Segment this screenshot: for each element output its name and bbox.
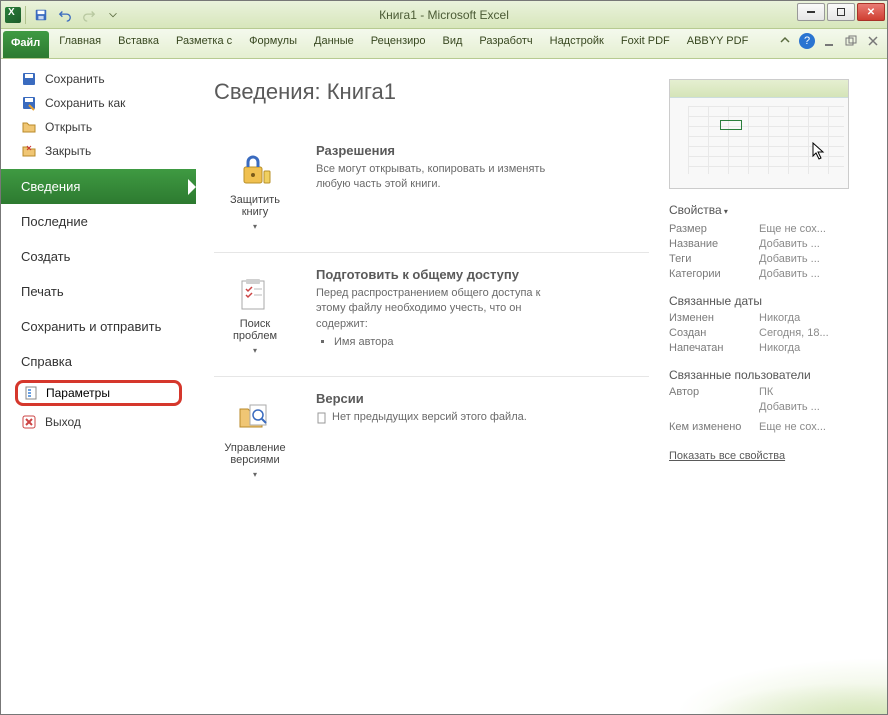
sidebar-new[interactable]: Создать: [1, 239, 196, 274]
properties-dropdown[interactable]: Свойства: [669, 203, 869, 217]
sidebar-exit[interactable]: Выход: [1, 410, 196, 434]
related-users-heading: Связанные пользователи: [669, 368, 869, 382]
prepare-body: Перед распространением общего доступа к …: [316, 286, 546, 332]
sidebar-label: Сохранить: [45, 72, 105, 86]
save-icon: [21, 71, 37, 87]
prop-created-label: Создан: [669, 327, 759, 339]
versions-icon: [235, 398, 275, 438]
qat-save-button[interactable]: [30, 4, 52, 26]
options-icon: [24, 385, 40, 401]
backstage-sidebar: Сохранить Сохранить как Открыть Закрыть …: [1, 59, 196, 714]
tab-review[interactable]: Рецензиро: [363, 29, 435, 58]
related-dates-heading: Связанные даты: [669, 294, 869, 308]
prepare-item: Имя автора: [334, 336, 546, 348]
doc-close-icon[interactable]: [865, 33, 881, 49]
sidebar-share[interactable]: Сохранить и отправить: [1, 309, 196, 344]
document-thumbnail[interactable]: [669, 79, 849, 189]
prepare-heading: Подготовить к общему доступу: [316, 267, 546, 282]
tab-data[interactable]: Данные: [306, 29, 363, 58]
sidebar-label: Закрыть: [45, 144, 91, 158]
tab-layout[interactable]: Разметка с: [168, 29, 241, 58]
window-title: Книга1 - Microsoft Excel: [1, 8, 887, 22]
versions-heading: Версии: [316, 391, 527, 406]
show-all-properties-link[interactable]: Показать все свойства: [669, 450, 785, 462]
sidebar-print[interactable]: Печать: [1, 274, 196, 309]
qat-redo-button[interactable]: [78, 4, 100, 26]
page-title: Сведения: Книга1: [214, 79, 649, 105]
sidebar-label: Сохранить как: [45, 96, 125, 110]
ribbon-tabs: Файл Главная Вставка Разметка с Формулы …: [1, 29, 887, 59]
tab-foxit[interactable]: Foxit PDF: [613, 29, 679, 58]
prop-title-label: Название: [669, 238, 759, 250]
tab-addins[interactable]: Надстройк: [542, 29, 613, 58]
document-icon: [316, 412, 328, 424]
manage-versions-button[interactable]: Управление версиями▾: [214, 391, 296, 486]
sidebar-label: Параметры: [46, 386, 110, 400]
minimize-button[interactable]: [797, 3, 825, 21]
save-as-icon: [21, 95, 37, 111]
checklist-icon: [235, 274, 275, 314]
prop-modified-value: Никогда: [759, 312, 800, 324]
doc-minimize-icon[interactable]: [821, 33, 837, 49]
sidebar-label: Выход: [45, 415, 81, 429]
tab-formulas[interactable]: Формулы: [241, 29, 306, 58]
prop-author-add[interactable]: Добавить ...: [759, 401, 820, 413]
sidebar-close[interactable]: Закрыть: [1, 139, 196, 163]
excel-icon: [5, 7, 21, 23]
prop-size-label: Размер: [669, 223, 759, 235]
section-permissions: Защитить книгу▾ Разрешения Все могут отк…: [214, 129, 649, 253]
tab-developer[interactable]: Разработч: [471, 29, 541, 58]
sidebar-help[interactable]: Справка: [1, 344, 196, 379]
prop-printed-label: Напечатан: [669, 342, 759, 354]
prop-changedby-value: Еще не сох...: [759, 421, 826, 433]
qat-customize-button[interactable]: [102, 4, 124, 26]
close-button[interactable]: ✕: [857, 3, 885, 21]
sidebar-label: Открыть: [45, 120, 92, 134]
sidebar-recent[interactable]: Последние: [1, 204, 196, 239]
close-folder-icon: [21, 143, 37, 159]
titlebar: Книга1 - Microsoft Excel ✕: [1, 1, 887, 29]
ribbon-minimize-icon[interactable]: [777, 33, 793, 49]
tab-home[interactable]: Главная: [51, 29, 110, 58]
protect-workbook-button[interactable]: Защитить книгу▾: [214, 143, 296, 238]
prop-tags-value[interactable]: Добавить ...: [759, 253, 820, 265]
prop-tags-label: Теги: [669, 253, 759, 265]
tab-abbyy[interactable]: ABBYY PDF: [679, 29, 758, 58]
prop-created-value: Сегодня, 18...: [759, 327, 829, 339]
versions-body: Нет предыдущих версий этого файла.: [316, 410, 527, 425]
maximize-button[interactable]: [827, 3, 855, 21]
qat-undo-button[interactable]: [54, 4, 76, 26]
prop-modified-label: Изменен: [669, 312, 759, 324]
permissions-heading: Разрешения: [316, 143, 546, 158]
prop-categories-label: Категории: [669, 268, 759, 280]
sidebar-options[interactable]: Параметры: [15, 380, 182, 406]
tab-view[interactable]: Вид: [435, 29, 472, 58]
prop-printed-value: Никогда: [759, 342, 800, 354]
section-prepare: Поиск проблем▾ Подготовить к общему дост…: [214, 253, 649, 377]
prop-size-value: Еще не сох...: [759, 223, 826, 235]
sidebar-info[interactable]: Сведения: [1, 169, 196, 204]
prop-author-label: Автор: [669, 386, 759, 398]
tab-file[interactable]: Файл: [3, 31, 49, 58]
prop-categories-value[interactable]: Добавить ...: [759, 268, 820, 280]
permissions-body: Все могут открывать, копировать и изменя…: [316, 162, 546, 193]
lock-icon: [235, 150, 275, 190]
prop-title-value[interactable]: Добавить ...: [759, 238, 820, 250]
section-versions: Управление версиями▾ Версии Нет предыдущ…: [214, 377, 649, 500]
cursor-icon: [812, 142, 826, 160]
exit-icon: [21, 414, 37, 430]
doc-restore-icon[interactable]: [843, 33, 859, 49]
prop-changedby-label: Кем изменено: [669, 421, 759, 433]
prop-author-value: ПК: [759, 386, 773, 398]
properties-panel: Свойства РазмерЕще не сох... НазваниеДоб…: [669, 79, 869, 694]
sidebar-open[interactable]: Открыть: [1, 115, 196, 139]
sidebar-save[interactable]: Сохранить: [1, 67, 196, 91]
help-icon[interactable]: ?: [799, 33, 815, 49]
check-issues-button[interactable]: Поиск проблем▾: [214, 267, 296, 362]
tab-insert[interactable]: Вставка: [110, 29, 168, 58]
open-icon: [21, 119, 37, 135]
sidebar-save-as[interactable]: Сохранить как: [1, 91, 196, 115]
